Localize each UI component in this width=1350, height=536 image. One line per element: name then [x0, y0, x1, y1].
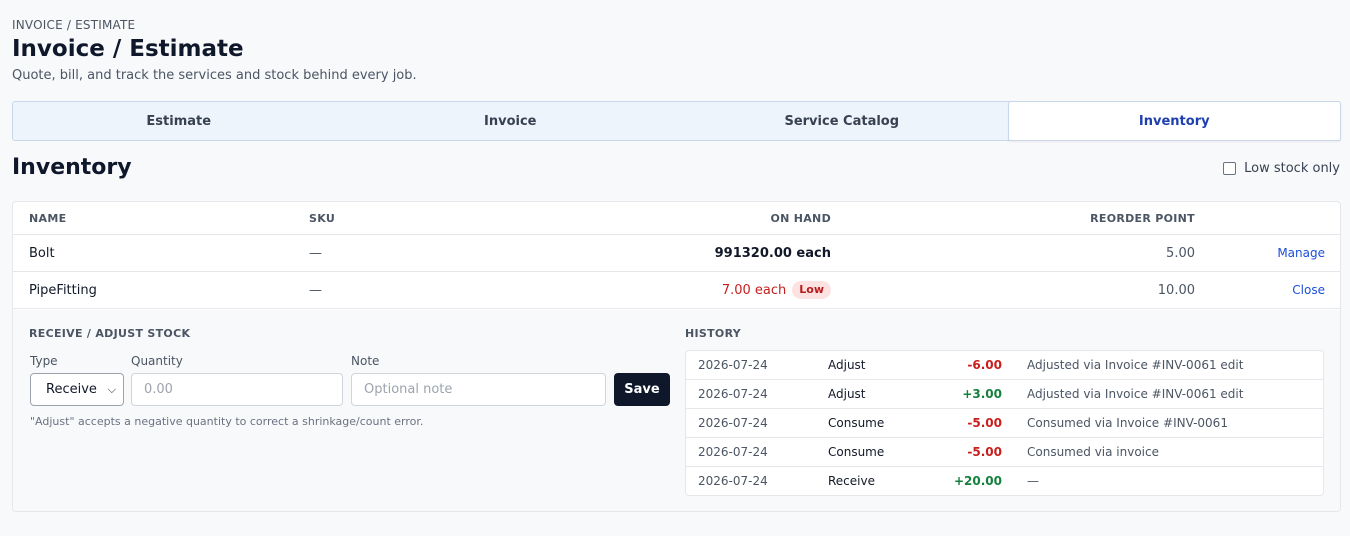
header-reorder-point: REORDER POINT	[1090, 212, 1195, 225]
item-on-hand: 991320.00 each	[714, 246, 831, 261]
type-select-value: Receive	[46, 382, 97, 397]
adjust-hint: "Adjust" accepts a negative quantity to …	[30, 415, 424, 428]
low-stock-badge: Low	[792, 281, 831, 299]
inventory-panel: NAME SKU ON HAND REORDER POINT Bolt — 99…	[12, 201, 1341, 512]
low-stock-checkbox[interactable]	[1223, 162, 1237, 175]
header-name: NAME	[29, 212, 67, 225]
table-header: NAME SKU ON HAND REORDER POINT	[13, 202, 1340, 235]
history-date: 2026-07-24	[698, 358, 768, 372]
history-row: 2026-07-24 Adjust +3.00 Adjusted via Inv…	[686, 380, 1323, 409]
table-row: Bolt — 991320.00 each 5.00 Manage	[13, 235, 1340, 272]
history-row: 2026-07-24 Adjust -6.00 Adjusted via Inv…	[686, 351, 1323, 380]
quantity-input[interactable]: 0.00	[131, 373, 343, 406]
history-row: 2026-07-24 Consume -5.00 Consumed via in…	[686, 438, 1323, 467]
item-on-hand: 7.00 each	[721, 283, 787, 298]
history-note: Adjusted via Invoice #INV-0061 edit	[1027, 387, 1244, 401]
history-type: Adjust	[828, 358, 866, 372]
history-date: 2026-07-24	[698, 445, 768, 459]
item-sku: —	[309, 246, 322, 261]
page-subtitle: Quote, bill, and track the services and …	[12, 68, 417, 83]
history-qty: -5.00	[967, 445, 1002, 459]
item-reorder-point: 10.00	[1157, 283, 1195, 298]
history-date: 2026-07-24	[698, 474, 768, 488]
history-type: Receive	[828, 474, 875, 488]
type-label: Type	[30, 354, 58, 368]
history-note: Consumed via Invoice #INV-0061	[1027, 416, 1228, 430]
item-name: PipeFitting	[29, 283, 97, 298]
save-button[interactable]: Save	[614, 373, 670, 406]
history-note: Consumed via invoice	[1027, 445, 1159, 459]
adjust-heading: RECEIVE / ADJUST STOCK	[29, 327, 191, 340]
page-title: Invoice / Estimate	[12, 36, 244, 62]
history-type: Consume	[828, 416, 885, 430]
manage-link[interactable]: Manage	[1277, 235, 1325, 272]
quantity-label: Quantity	[131, 354, 183, 368]
history-qty: +20.00	[953, 474, 1002, 488]
history-date: 2026-07-24	[698, 416, 768, 430]
history-heading: HISTORY	[685, 327, 742, 340]
history-qty: +3.00	[962, 387, 1002, 401]
note-label: Note	[351, 354, 380, 368]
history-qty: -6.00	[967, 358, 1002, 372]
header-on-hand: ON HAND	[770, 212, 831, 225]
item-sku: —	[309, 283, 322, 298]
history-row: 2026-07-24 Consume -5.00 Consumed via In…	[686, 409, 1323, 438]
low-stock-filter[interactable]: Low stock only	[1223, 161, 1340, 176]
history-table: 2026-07-24 Adjust -6.00 Adjusted via Inv…	[685, 350, 1324, 496]
history-note: Adjusted via Invoice #INV-0061 edit	[1027, 358, 1244, 372]
note-input[interactable]: Optional note	[351, 373, 606, 406]
tab-bar: Estimate Invoice Service Catalog Invento…	[12, 101, 1341, 141]
adjust-stock-section: RECEIVE / ADJUST STOCK Type Quantity Not…	[13, 310, 1340, 511]
tab-inventory[interactable]: Inventory	[1007, 101, 1341, 141]
low-stock-label: Low stock only	[1244, 161, 1340, 176]
history-type: Adjust	[828, 387, 866, 401]
chevron-down-icon: ⌵	[107, 383, 116, 396]
tab-invoice[interactable]: Invoice	[345, 102, 677, 140]
header-sku: SKU	[309, 212, 336, 225]
breadcrumb: INVOICE / ESTIMATE	[12, 18, 136, 32]
history-date: 2026-07-24	[698, 387, 768, 401]
tab-service-catalog[interactable]: Service Catalog	[676, 102, 1008, 140]
item-name: Bolt	[29, 246, 55, 261]
tab-estimate[interactable]: Estimate	[13, 102, 345, 140]
table-row: PipeFitting — 7.00 each Low 10.00 Close	[13, 272, 1340, 309]
history-note: —	[1027, 474, 1039, 488]
history-row: 2026-07-24 Receive +20.00 —	[686, 467, 1323, 496]
item-reorder-point: 5.00	[1166, 246, 1195, 261]
type-select[interactable]: Receive ⌵	[30, 373, 124, 406]
section-title: Inventory	[12, 155, 132, 180]
history-type: Consume	[828, 445, 885, 459]
item-on-hand-cell: 7.00 each Low	[722, 272, 831, 309]
close-link[interactable]: Close	[1292, 272, 1325, 309]
history-qty: -5.00	[967, 416, 1002, 430]
